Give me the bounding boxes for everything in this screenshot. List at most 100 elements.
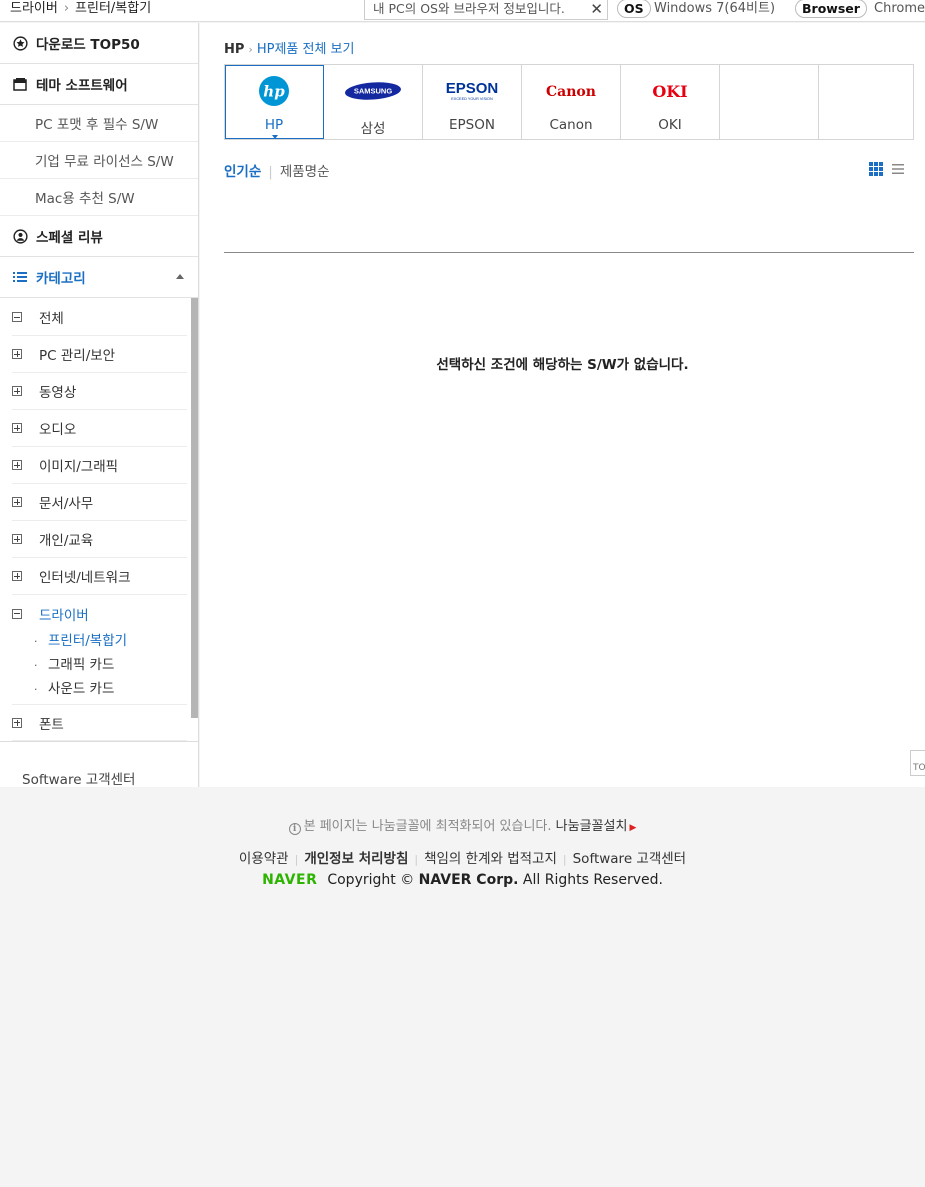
brand-tab-oki[interactable]: OKI OKI [621, 65, 720, 139]
category-label: 드라이버 [39, 607, 89, 624]
category-label: 폰트 [39, 716, 64, 733]
os-value: Windows 7(64비트) [654, 1, 776, 16]
expand-icon [12, 349, 22, 359]
category-label: PC 관리/보안 [39, 348, 116, 364]
category-driver[interactable]: 드라이버 [12, 595, 187, 632]
sidebar-theme-item[interactable]: Mac용 추천 S/W [0, 179, 198, 216]
sidebar-top50-label: 다운로드 TOP50 [36, 37, 140, 53]
category-document[interactable]: 문서/사무 [12, 484, 187, 521]
content-divider [224, 252, 914, 253]
brand-name: 삼성 [360, 121, 386, 137]
category-audio[interactable]: 오디오 [12, 410, 187, 447]
bullet-icon: · [34, 683, 38, 696]
epson-logo: EPSON EXCEED YOUR VISION [423, 73, 521, 109]
category-education[interactable]: 개인/교육 [12, 521, 187, 558]
expand-icon [12, 534, 22, 544]
copyright-corp: NAVER Corp. [418, 872, 519, 888]
sidebar-category-label: 카테고리 [36, 271, 86, 287]
category-label: 오디오 [39, 422, 77, 438]
brand-tab-empty [819, 65, 913, 139]
subcategory-graphic-card[interactable]: · 그래픽 카드 [34, 653, 114, 673]
breadcrumb-printer[interactable]: 프린터/복합기 [75, 1, 151, 16]
sidebar-special-label: 스페셜 리뷰 [36, 230, 103, 246]
brand-name: HP [264, 117, 284, 133]
list-icon [12, 269, 28, 285]
samsung-logo: SAMSUNG [324, 73, 422, 109]
sort-name[interactable]: 제품명순 [280, 164, 330, 180]
os-info-tooltip: 내 PC의 OS와 브라우저 정보입니다. ✕ [364, 0, 608, 20]
support-center-link[interactable]: Software 고객센터 [573, 851, 686, 867]
chevron-right-icon: › [248, 43, 253, 56]
category-label: 문서/사무 [39, 496, 94, 512]
divider: | [268, 164, 273, 180]
divider: | [414, 853, 419, 866]
category-all[interactable]: 전체 [12, 299, 187, 336]
terms-link[interactable]: 이용약관 [239, 851, 289, 867]
sidebar-special-review[interactable]: 스페셜 리뷰 [0, 216, 198, 257]
breadcrumb-brand: HP [224, 42, 245, 57]
close-icon[interactable]: ✕ [590, 0, 603, 19]
font-note: i본 페이지는 나눔글꼴에 최적화되어 있습니다. 나눔글꼴설치 ▶ [0, 815, 925, 835]
subcategory-sound-card[interactable]: · 사운드 카드 [34, 677, 114, 697]
sort-options: 인기순 | 제품명순 [224, 160, 330, 180]
expand-icon [12, 423, 22, 433]
naver-logo[interactable]: NAVER [262, 872, 317, 888]
chevron-up-icon [176, 274, 184, 279]
category-label: 동영상 [39, 385, 77, 401]
divider [0, 741, 198, 742]
all-products-link[interactable]: HP제품 전체 보기 [257, 42, 355, 57]
window-icon [12, 76, 28, 92]
brand-tab-hp[interactable]: hp HP [225, 65, 324, 139]
grid-view-icon[interactable] [869, 161, 883, 176]
subcategory-label: 사운드 카드 [48, 681, 115, 697]
category-video[interactable]: 동영상 [12, 373, 187, 410]
browser-value: Chrome [874, 1, 925, 16]
category-label: 개인/교육 [39, 533, 94, 549]
brand-tab-samsung[interactable]: SAMSUNG 삼성 [324, 65, 423, 139]
svg-text:hp: hp [263, 83, 285, 101]
category-font[interactable]: 폰트 [12, 704, 187, 741]
oki-logo: OKI [621, 73, 719, 109]
expand-icon [12, 386, 22, 396]
category-label: 전체 [39, 311, 64, 327]
font-note-text: 본 페이지는 나눔글꼴에 최적화되어 있습니다. [303, 819, 552, 834]
collapse-icon [12, 608, 22, 619]
scrollbar[interactable] [191, 298, 198, 718]
sort-popular[interactable]: 인기순 [224, 164, 261, 180]
subcategory-printer[interactable]: · 프린터/복합기 [34, 629, 127, 649]
arrow-right-icon: ▶ [629, 823, 637, 833]
subcategory-label: 그래픽 카드 [48, 657, 115, 673]
brand-tab-canon[interactable]: Canon Canon [522, 65, 621, 139]
copyright: NAVER Copyright © NAVER Corp. All Rights … [0, 872, 925, 888]
category-image-graphic[interactable]: 이미지/그래픽 [12, 447, 187, 484]
canon-logo: Canon [522, 73, 620, 109]
disclaimer-link[interactable]: 책임의 한계와 법적고지 [424, 851, 557, 867]
sidebar-category[interactable]: 카테고리 [0, 257, 198, 298]
top-button[interactable]: TO [910, 750, 925, 776]
expand-icon [12, 497, 22, 507]
brand-tab-epson[interactable]: EPSON EXCEED YOUR VISION EPSON [423, 65, 522, 139]
sidebar: 다운로드 TOP50 테마 소프트웨어 PC 포맷 후 필수 S/W 기업 무료… [0, 23, 199, 788]
top-breadcrumb-bar: 드라이버 › 프린터/복합기 내 PC의 OS와 브라우저 정보입니다. ✕ OS … [0, 0, 925, 22]
copyright-pre: Copyright © [327, 872, 419, 888]
medal-icon [12, 35, 28, 51]
support-link[interactable]: Software 고객센터 [22, 768, 135, 788]
expand-icon [12, 571, 22, 581]
sidebar-theme-item[interactable]: PC 포맷 후 필수 S/W [0, 105, 198, 142]
breadcrumb-driver[interactable]: 드라이버 [10, 1, 58, 16]
expand-icon [12, 717, 22, 728]
os-info-text: 내 PC의 OS와 브라우저 정보입니다. [373, 1, 565, 16]
divider: | [562, 853, 567, 866]
category-pc-security[interactable]: PC 관리/보안 [12, 336, 187, 373]
sidebar-top50[interactable]: 다운로드 TOP50 [0, 23, 198, 64]
category-internet[interactable]: 인터넷/네트워크 [12, 558, 187, 595]
sidebar-theme-software[interactable]: 테마 소프트웨어 [0, 64, 198, 105]
privacy-link[interactable]: 개인정보 처리방침 [304, 851, 408, 867]
font-install-link[interactable]: 나눔글꼴설치 [556, 819, 628, 834]
breadcrumb: 드라이버 › 프린터/복합기 [10, 0, 151, 18]
sidebar-theme-item[interactable]: 기업 무료 라이선스 S/W [0, 142, 198, 179]
brand-tabs: hp HP SAMSUNG 삼성 EPSON EXCEED YOUR VISION… [224, 64, 914, 140]
copyright-post: All Rights Reserved. [518, 872, 663, 888]
caret-down-icon [272, 135, 278, 139]
list-view-icon[interactable] [891, 161, 905, 175]
